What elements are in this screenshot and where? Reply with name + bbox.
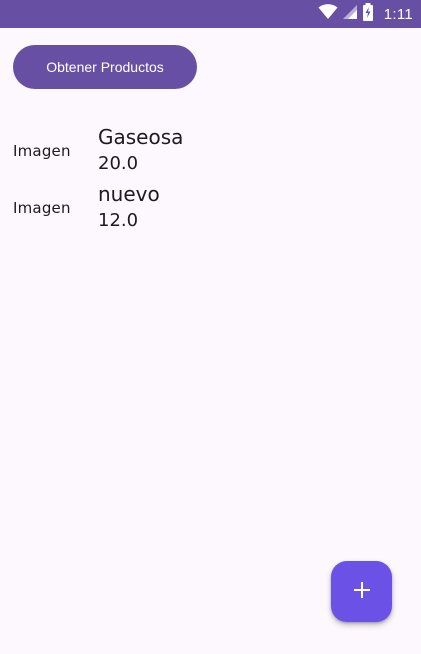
product-image-placeholder: Imagen <box>13 141 71 160</box>
list-item[interactable]: Imagen Gaseosa 20.0 <box>13 122 408 179</box>
wifi-icon <box>318 3 338 25</box>
list-item[interactable]: Imagen nuevo 12.0 <box>13 179 408 236</box>
battery-charging-icon <box>362 2 374 26</box>
product-list: Imagen Gaseosa 20.0 Imagen nuevo 12.0 <box>13 122 408 236</box>
status-time: 1:11 <box>383 5 413 23</box>
app-screen: 1:11 Obtener Productos Imagen Gaseosa 20… <box>0 0 421 654</box>
product-image-placeholder: Imagen <box>13 198 71 217</box>
product-price: 20.0 <box>98 153 139 174</box>
product-info: Gaseosa 20.0 <box>98 124 183 177</box>
status-bar: 1:11 <box>0 0 421 28</box>
status-icons: 1:11 <box>318 0 413 28</box>
product-price: 12.0 <box>98 210 139 231</box>
signal-icon <box>342 4 358 25</box>
get-products-button[interactable]: Obtener Productos <box>13 45 197 89</box>
product-info: nuevo 12.0 <box>98 181 160 234</box>
product-name: nuevo <box>98 182 160 206</box>
product-name: Gaseosa <box>98 125 184 149</box>
add-product-fab[interactable] <box>331 561 392 622</box>
plus-icon <box>352 580 372 603</box>
